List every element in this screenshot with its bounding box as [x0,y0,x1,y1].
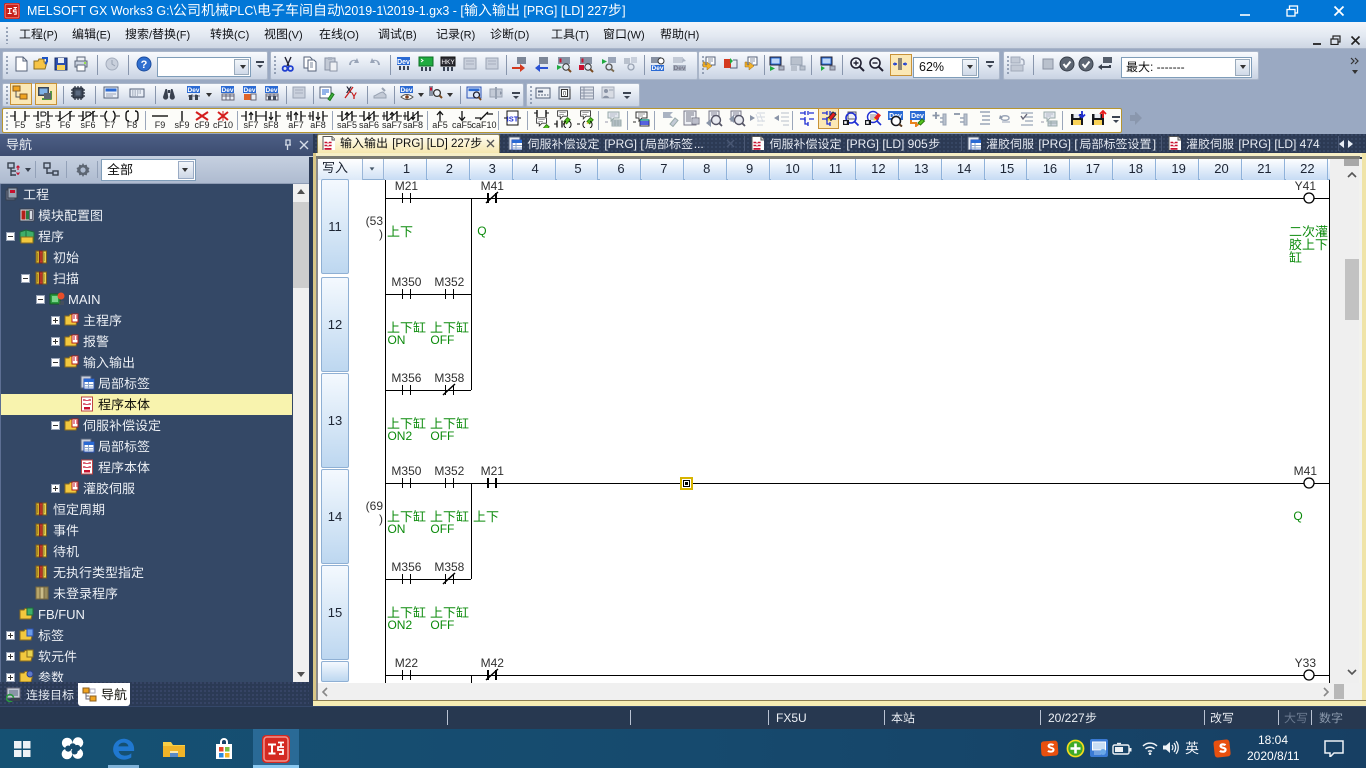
svg-text:Dev: Dev [188,87,200,94]
svg-text:Dev: Dev [397,59,410,66]
svg-text:Dev: Dev [652,65,664,72]
svg-text:Dev: Dev [222,87,234,94]
svg-text:Dev: Dev [401,87,413,94]
svg-text:Y: Y [351,91,357,101]
svg-text:Dev: Dev [244,87,256,94]
svg-text:Dev: Dev [266,87,278,94]
svg-text:HKY: HKY [441,59,455,66]
svg-text:Dev: Dev [674,65,686,72]
svg-text:IST: IST [507,115,519,124]
svg-text:?: ? [141,59,148,71]
